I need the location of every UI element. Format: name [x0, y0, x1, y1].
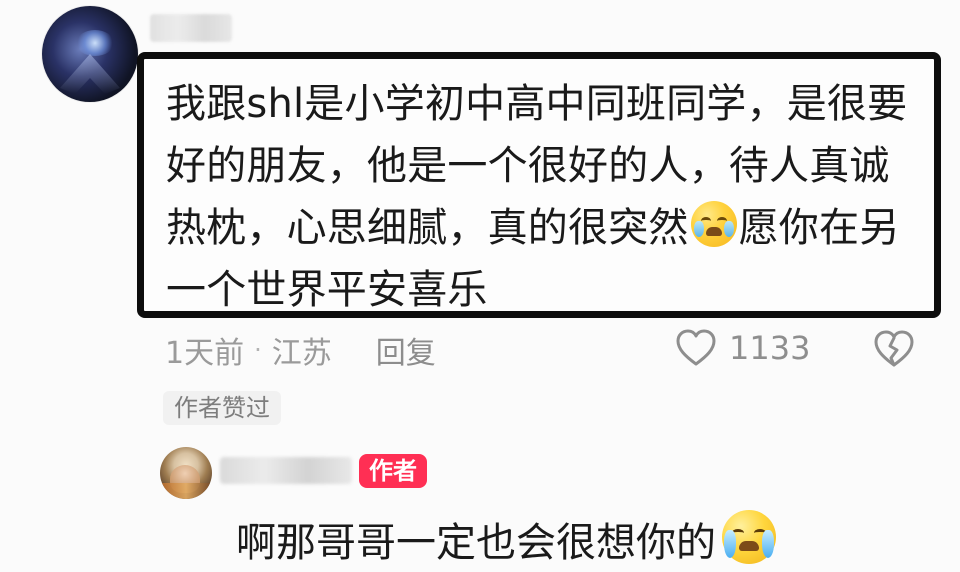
author-liked-badge: 作者赞过: [163, 391, 281, 425]
broken-heart-icon[interactable]: [873, 330, 915, 368]
heart-icon: [676, 329, 716, 366]
highlighted-comment-box: 我跟shl是小学初中高中同班同学，是很要好的朋友，他是一个很好的人，待人真诚热枕…: [137, 52, 941, 318]
crying-face-emoji: [690, 201, 737, 247]
loudly-crying-face-emoji: [722, 510, 776, 564]
reply-username-redacted: [220, 457, 352, 484]
like-button[interactable]: 1133: [675, 326, 810, 370]
reply-button[interactable]: 回复: [376, 328, 436, 372]
emoji-left-tear-stream: [724, 530, 736, 558]
reply-avatar[interactable]: [160, 447, 212, 499]
emoji-mouth: [739, 541, 759, 551]
comment-text: 我跟shl是小学初中高中同班同学，是很要好的朋友，他是一个很好的人，待人真诚热枕…: [166, 73, 916, 321]
emoji-left-tear: [693, 221, 704, 237]
reply-text: 啊那哥哥一定也会很想你的: [236, 510, 776, 568]
meta-separator-dot: ·: [254, 336, 262, 364]
emoji-right-tear: [723, 221, 734, 237]
emoji-mouth: [705, 227, 722, 236]
comment-location: 江苏: [271, 336, 332, 371]
comment-meta-row: 1天前 · 江苏 回复: [165, 328, 436, 372]
comment-username-redacted: [150, 14, 232, 42]
emoji-right-tear-stream: [762, 530, 774, 558]
avatar-highlight: [76, 30, 114, 56]
like-count: 1133: [729, 329, 811, 367]
author-badge: 作者: [359, 454, 427, 488]
comment-avatar[interactable]: [42, 6, 138, 102]
avatar-figure: [60, 54, 120, 94]
comment-time: 1天前: [165, 336, 245, 371]
reply-text-content: 啊那哥哥一定也会很想你的: [236, 520, 716, 566]
